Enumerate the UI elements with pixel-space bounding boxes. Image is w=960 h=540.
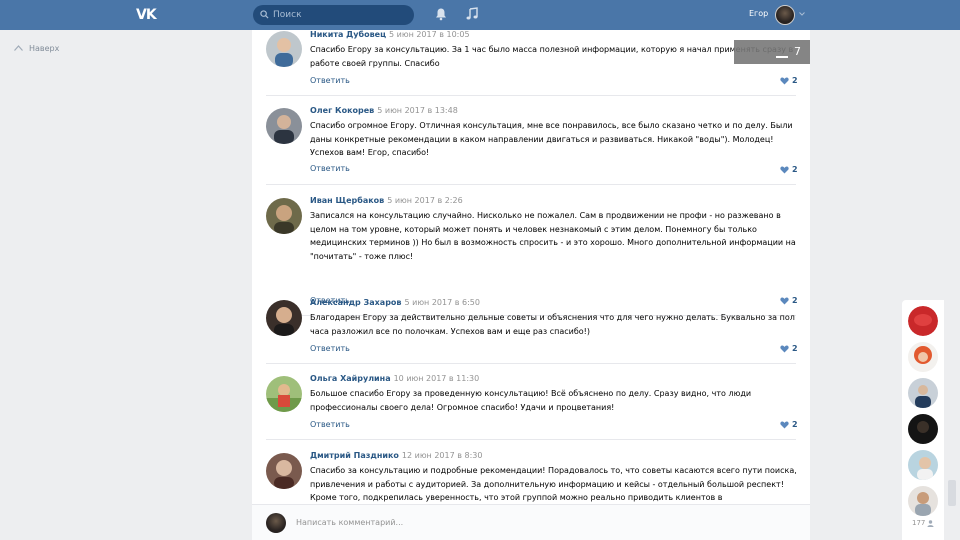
divider <box>266 439 796 440</box>
vk-logo[interactable]: VK <box>136 7 160 23</box>
divider <box>266 184 796 185</box>
top-header: VK Егор <box>0 0 960 30</box>
likers-panel: 177 <box>902 300 944 540</box>
comment-date[interactable]: 5 июн 2017 в 10:05 <box>389 30 470 39</box>
chevron-up-icon <box>14 45 23 51</box>
comment-date[interactable]: 12 июн 2017 в 8:30 <box>402 451 483 460</box>
heart-icon <box>780 421 789 428</box>
comment-text: Спасибо Егору за консультацию. За 1 час … <box>310 45 794 68</box>
likers-count[interactable]: 177 <box>912 519 934 527</box>
liker-avatar[interactable] <box>908 306 938 336</box>
comment-avatar[interactable] <box>266 376 302 412</box>
divider <box>266 363 796 364</box>
back-label: Наверх <box>29 43 60 53</box>
comment-avatar[interactable] <box>266 31 302 67</box>
avatar[interactable] <box>775 5 795 25</box>
like-button[interactable]: 2 <box>780 420 798 429</box>
user-name[interactable]: Егор <box>749 9 768 18</box>
liker-avatar[interactable] <box>908 378 938 408</box>
comment-avatar[interactable] <box>266 453 302 489</box>
comment-date[interactable]: 5 июн 2017 в 2:26 <box>387 196 462 205</box>
reply-link[interactable]: Ответить <box>310 420 350 429</box>
comment-avatar[interactable] <box>266 108 302 144</box>
comment-text: Благодарен Егору за действительно дельны… <box>310 313 795 336</box>
heart-icon <box>780 297 789 304</box>
scrollbar[interactable] <box>948 480 956 506</box>
comment-author[interactable]: Дмитрий Пазднико 12 июн 2017 в 8:30 <box>310 451 482 460</box>
comment-author[interactable]: Александр Захаров 5 июн 2017 в 6:50 <box>310 298 480 307</box>
comment-avatar[interactable] <box>266 300 302 336</box>
like-count: 2 <box>792 344 798 353</box>
comment-avatar[interactable] <box>266 198 302 234</box>
reply-link[interactable]: Ответить <box>310 164 350 173</box>
heart-icon <box>780 166 789 173</box>
like-count: 2 <box>792 165 798 174</box>
comment-author[interactable]: Иван Щербаков 5 июн 2017 в 2:26 <box>310 196 463 205</box>
chevron-down-icon[interactable] <box>799 12 805 16</box>
reply-link[interactable]: Ответить <box>310 344 350 353</box>
comment-date[interactable]: 5 июн 2017 в 13:48 <box>377 106 458 115</box>
avatar <box>266 513 286 533</box>
comment-text: Записался на консультацию случайно. Ниск… <box>310 211 796 261</box>
comment-composer[interactable]: Написать комментарий... <box>252 504 810 540</box>
search-box[interactable] <box>253 5 414 25</box>
like-button[interactable]: 2 <box>780 344 798 353</box>
liker-avatar[interactable] <box>908 486 938 516</box>
like-button[interactable]: 2 <box>780 296 798 305</box>
comment-date[interactable]: 5 июн 2017 в 6:50 <box>404 298 479 307</box>
scroll-to-top-link[interactable]: Наверх <box>14 42 59 54</box>
heart-icon <box>780 77 789 84</box>
comment-text: Большое спасибо Егору за проведенную кон… <box>310 389 752 412</box>
bell-icon[interactable] <box>434 7 448 21</box>
user-icon <box>927 519 934 527</box>
likers-count-value: 177 <box>912 519 926 527</box>
reply-link[interactable]: Ответить <box>310 76 350 85</box>
liker-avatar[interactable] <box>908 342 938 372</box>
divider <box>266 95 796 96</box>
comment-text: Спасибо за консультацию и подробные реко… <box>310 466 797 502</box>
counter-indicator <box>776 56 788 58</box>
search-icon <box>260 10 269 19</box>
like-count: 2 <box>792 420 798 429</box>
comment-author[interactable]: Ольга Хайрулина 10 июн 2017 в 11:30 <box>310 374 479 383</box>
liker-avatar[interactable] <box>908 450 938 480</box>
liker-avatar[interactable] <box>908 414 938 444</box>
heart-icon <box>780 345 789 352</box>
like-count: 2 <box>792 76 798 85</box>
like-count: 2 <box>792 296 798 305</box>
like-button[interactable]: 2 <box>780 76 798 85</box>
comment-input[interactable]: Написать комментарий... <box>296 518 403 527</box>
comment-author[interactable]: Олег Кокорев 5 июн 2017 в 13:48 <box>310 106 458 115</box>
search-input[interactable] <box>273 7 408 23</box>
comment-text: Спасибо огромное Егору. Отличная консуль… <box>310 121 793 157</box>
comment-date[interactable]: 10 июн 2017 в 11:30 <box>394 374 480 383</box>
like-button[interactable]: 2 <box>780 165 798 174</box>
photo-counter: 7 <box>734 40 810 64</box>
music-icon[interactable] <box>465 7 479 21</box>
comment-author[interactable]: Никита Дубовец 5 июн 2017 в 10:05 <box>310 30 470 39</box>
comments-panel: Никита Дубовец 5 июн 2017 в 10:05 Спасибо… <box>252 30 810 504</box>
